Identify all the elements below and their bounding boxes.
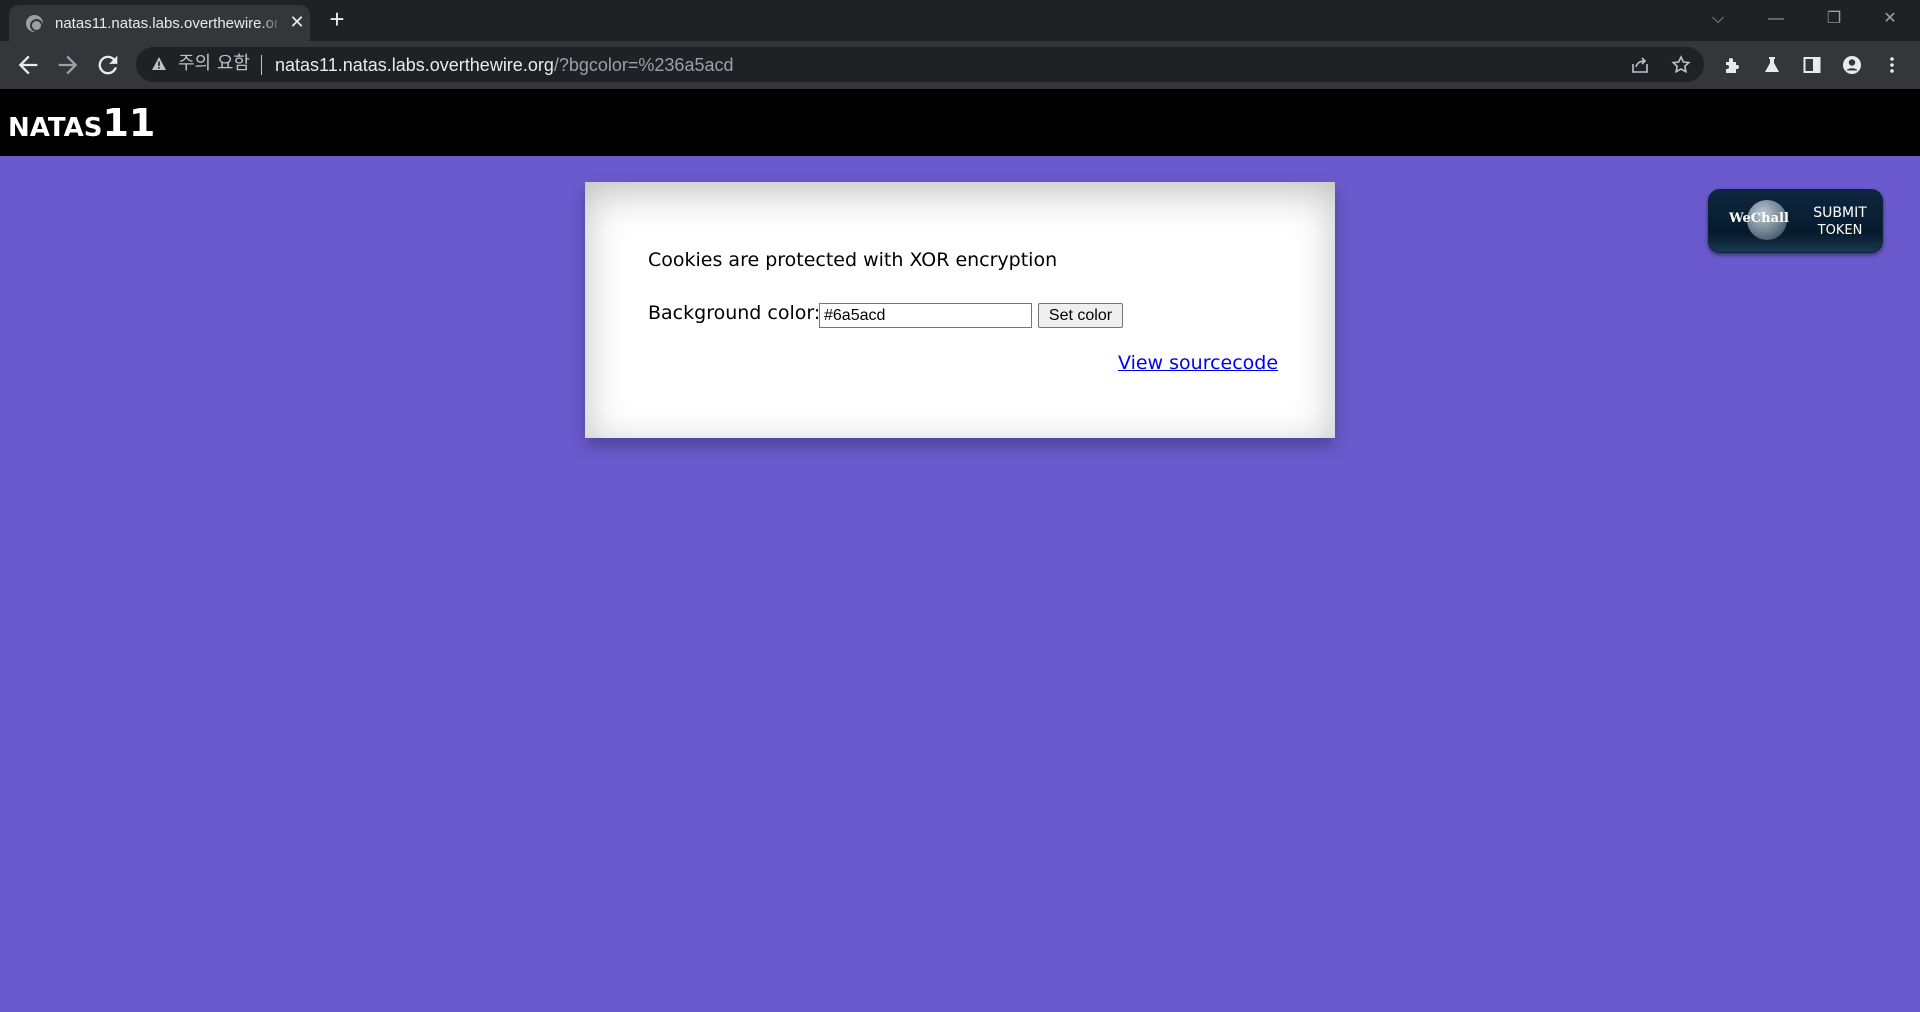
warning-icon[interactable] (151, 56, 167, 72)
globe-icon (26, 15, 43, 32)
close-tab-icon[interactable]: ✕ (287, 12, 307, 32)
tab-title: natas11.natas.labs.overthewire.org (55, 15, 277, 32)
token-label: TOKEN (1817, 223, 1863, 238)
logo-prefix: NATAS (8, 113, 103, 143)
labs-flask-icon[interactable] (1762, 55, 1782, 75)
bookmark-star-icon[interactable] (1671, 55, 1691, 75)
tab-title-fade (259, 13, 283, 35)
intro-text: Cookies are protected with XOR encryptio… (648, 249, 1058, 271)
side-panel-icon[interactable] (1802, 55, 1822, 75)
logo-level: 11 (102, 101, 156, 145)
submit-label: SUBMIT (1813, 205, 1867, 221)
browser-toolbar: 주의 요함 natas11.natas.labs.overthewire.org… (0, 41, 1920, 89)
submit-token-label: SUBMIT TOKEN (1807, 204, 1873, 240)
browser-tabstrip: natas11.natas.labs.overthewire.org ✕ + ⌵… (0, 0, 1920, 41)
wechall-logo: WeChall (1729, 211, 1789, 226)
browser-tab[interactable]: natas11.natas.labs.overthewire.org ✕ (9, 5, 310, 41)
content-panel: Cookies are protected with XOR encryptio… (585, 182, 1335, 438)
set-color-button[interactable]: Set color (1038, 303, 1123, 328)
separator (261, 55, 262, 75)
new-tab-button[interactable]: + (325, 6, 349, 32)
wechall-submit-token-button[interactable]: WeChall SUBMIT TOKEN (1708, 189, 1883, 253)
reload-icon[interactable] (94, 51, 122, 79)
profile-avatar-icon[interactable] (1842, 55, 1862, 75)
close-window-icon[interactable]: ✕ (1878, 8, 1902, 30)
minimize-icon[interactable]: — (1764, 8, 1788, 30)
url-text[interactable]: natas11.natas.labs.overthewire.org/?bgco… (275, 55, 733, 75)
url-host: natas11.natas.labs.overthewire.org (275, 55, 554, 75)
url-path: /?bgcolor=%236a5acd (553, 55, 734, 75)
back-icon[interactable] (14, 51, 42, 79)
menu-kebab-icon[interactable] (1882, 55, 1902, 75)
security-label[interactable]: 주의 요함 (178, 54, 250, 74)
share-icon[interactable] (1630, 55, 1650, 75)
extensions-icon[interactable] (1722, 55, 1742, 75)
forward-icon[interactable] (54, 51, 82, 79)
bg-color-label: Background color: (648, 302, 821, 324)
bg-color-input[interactable] (819, 303, 1032, 328)
restore-icon[interactable]: ❐ (1822, 8, 1846, 30)
tab-search-icon[interactable]: ⌵ (1706, 8, 1730, 30)
natas-logo: NATAS11 (8, 101, 155, 145)
address-bar[interactable]: 주의 요함 natas11.natas.labs.overthewire.org… (136, 47, 1704, 82)
view-sourcecode-link[interactable]: View sourcecode (1118, 352, 1278, 374)
page-header: NATAS11 (0, 89, 1920, 156)
